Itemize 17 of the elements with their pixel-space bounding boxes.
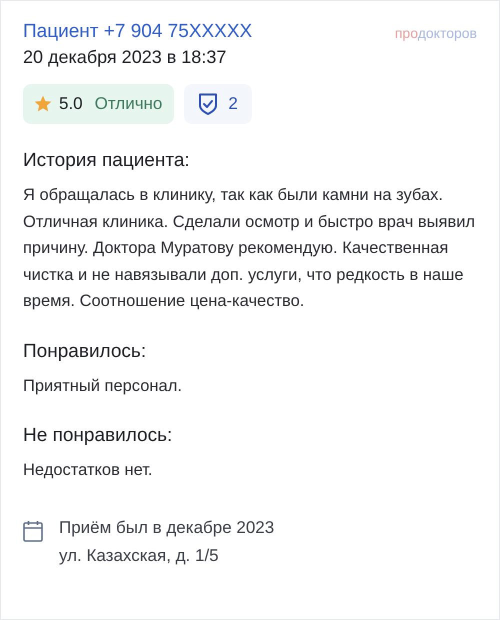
verified-count: 2 [228, 94, 238, 114]
rating-verdict: Отлично [94, 94, 162, 114]
section-text: Я обращалась в клинику, так как были камни на зубах. Отличная клиника. Сделали осмотр и быстро врач выявил причину. Доктора Муратову рекомендую. Качественная чистка и не навязывали доп. услуги, что редкость в наше время. Соотношение цена-качество. [23, 185, 476, 312]
section-title: Не понравилось: [23, 425, 174, 447]
visit-date: Приём был в декабре 2023 [59, 518, 274, 538]
review-date: 20 декабря 2023 в 18:37 [23, 47, 228, 68]
section-text: Недостатков нет. [23, 460, 154, 481]
shield-check-icon [198, 92, 218, 116]
section-title: Понравилось: [23, 340, 148, 362]
patient-name: Пациент +7 904 75XXXXX [23, 21, 252, 43]
section-text: Приятный персонал. [23, 376, 183, 396]
calendar-icon [23, 520, 43, 542]
clinic-address: ул. Казахская, д. 1/5 [59, 546, 220, 566]
logo: продокторов [394, 25, 477, 41]
section-title: История пациента: [23, 150, 191, 172]
rating-score: 5.0 [59, 94, 83, 114]
star-icon [33, 94, 53, 114]
